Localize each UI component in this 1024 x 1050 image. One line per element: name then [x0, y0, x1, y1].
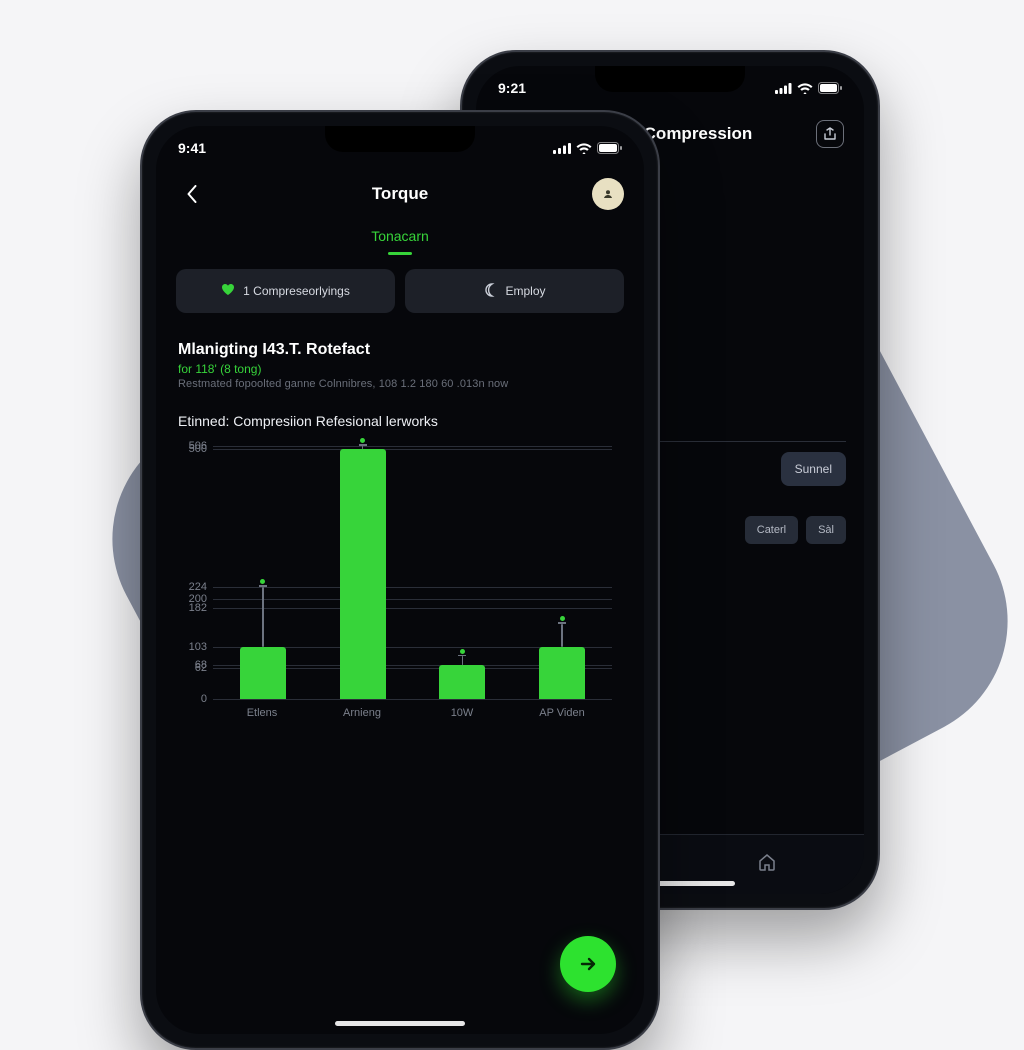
status-icons — [553, 142, 622, 154]
heading-sub: for 118' (8 tong) — [178, 359, 622, 378]
y-tick-label: 103 — [177, 641, 207, 653]
pill-compressor[interactable]: 1 Compreseorlyings — [176, 269, 395, 313]
status-time: 9:41 — [178, 140, 206, 156]
bar-column — [418, 648, 506, 699]
whisker-dot — [360, 438, 365, 443]
x-tick-label: Arnieng — [318, 707, 406, 719]
chart: 20050618250022410368620 EtlensArnieng10W… — [156, 433, 644, 719]
whisker — [462, 656, 464, 665]
bar-column — [219, 578, 307, 699]
pill-left-label: 1 Compreseorlyings — [243, 284, 350, 298]
bar — [439, 665, 485, 699]
x-tick-label: 10W — [418, 707, 506, 719]
phone-front: 9:41 Torque Tonacarn — [140, 110, 660, 1050]
y-tick-label: 62 — [177, 662, 207, 674]
tab-home-icon[interactable] — [757, 852, 777, 877]
battery-icon — [818, 82, 842, 94]
x-tick-label: Etlens — [218, 707, 306, 719]
bar-column — [319, 437, 407, 699]
pill-right-label: Employ — [505, 284, 545, 298]
whisker — [262, 587, 264, 648]
fab-next-button[interactable] — [560, 936, 616, 992]
heart-icon — [221, 283, 235, 299]
arrow-right-icon — [577, 953, 599, 975]
status-icons — [775, 82, 842, 94]
bar-column — [518, 615, 606, 699]
signal-icon — [775, 83, 792, 94]
y-tick-label: 182 — [177, 602, 207, 614]
whisker-dot — [460, 649, 465, 654]
status-time: 9:21 — [498, 80, 526, 96]
whisker — [561, 624, 563, 648]
export-button[interactable] — [816, 120, 844, 148]
y-tick-label: 500 — [177, 443, 207, 455]
subtab-indicator — [388, 252, 412, 255]
signal-icon — [553, 143, 571, 154]
moon-icon — [483, 283, 497, 300]
grid-line — [213, 699, 612, 700]
heading-title: Mlanigting I43.T. Rotefact — [178, 341, 622, 359]
heading-desc: Restmated fopoolted ganne Colnnibres, 10… — [178, 378, 622, 390]
pill-employ[interactable]: Employ — [405, 269, 624, 313]
bars-container — [213, 439, 612, 699]
whisker-dot — [560, 616, 565, 621]
sal-button[interactable]: Sàl — [806, 516, 846, 544]
whisker-dot — [260, 579, 265, 584]
chart-title: Etinned: Compresiion Refesional lerworks — [156, 394, 644, 433]
nav-bar-front: Torque — [156, 162, 644, 218]
caterl-button[interactable]: Caterl — [745, 516, 798, 544]
subtab-label[interactable]: Tonacarn — [156, 218, 644, 248]
notch — [325, 126, 475, 152]
x-tick-label: AP Viden — [518, 707, 606, 719]
y-tick-label: 0 — [177, 693, 207, 705]
bar — [539, 647, 585, 699]
section-heading: Mlanigting I43.T. Rotefact for 118' (8 t… — [156, 331, 644, 394]
page-title: Torque — [372, 184, 428, 204]
notch — [595, 66, 745, 92]
battery-icon — [597, 142, 622, 154]
back-button[interactable] — [176, 178, 208, 210]
wifi-icon — [797, 83, 813, 94]
wifi-icon — [576, 143, 592, 154]
profile-button[interactable] — [592, 178, 624, 210]
bar — [240, 647, 286, 699]
y-tick-label: 224 — [177, 581, 207, 593]
sunnel-button[interactable]: Sunnel — [781, 452, 846, 486]
segment-row: 1 Compreseorlyings Employ — [156, 269, 644, 331]
bar — [340, 449, 386, 699]
screen-front: 9:41 Torque Tonacarn — [156, 126, 644, 1034]
